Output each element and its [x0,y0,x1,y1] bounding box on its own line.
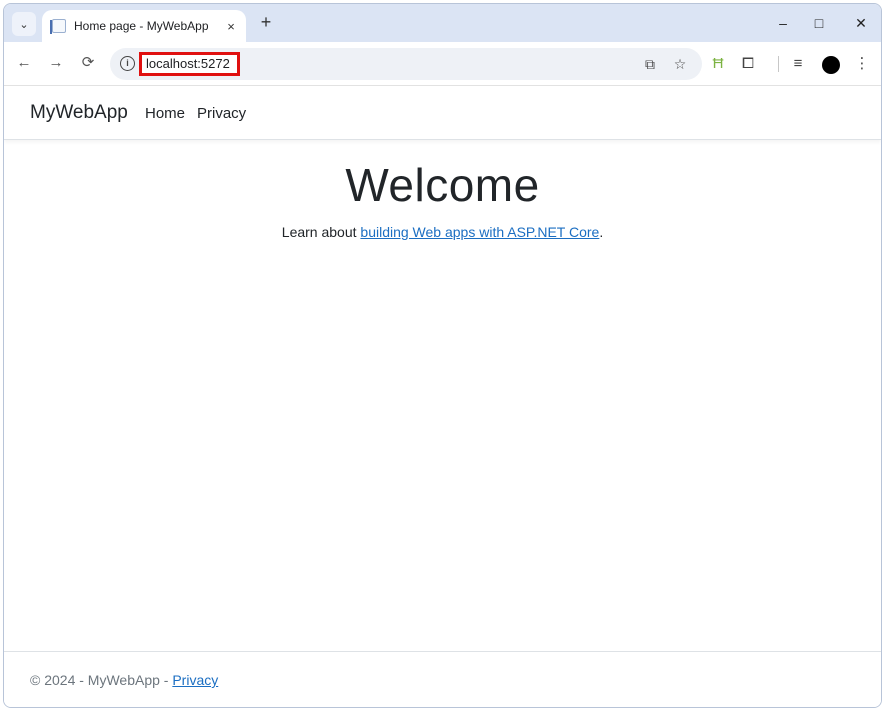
ladder-icon[interactable]: Ħ [708,54,728,74]
lead-text: Learn about building Web apps with ASP.N… [4,224,881,240]
info-icon[interactable]: i [120,56,135,71]
footer-text: © 2024 - MyWebApp - Privacy [30,672,218,688]
translate-icon[interactable]: ⧉ [641,55,659,73]
site-navbar: MyWebApp Home Privacy [4,86,881,140]
tab-strip: ⌄ Home page - MyWebApp × + – □ ✕ [4,4,881,42]
page-favicon-icon [50,19,66,34]
media-list-icon[interactable]: ≡ [788,54,808,74]
lead-prefix: Learn about [281,224,361,240]
chevron-down-icon: ⌄ [19,18,29,31]
profile-icon[interactable] [822,56,840,74]
toolbar-divider [778,56,779,72]
browser-window: ⌄ Home page - MyWebApp × + – □ ✕ ← → ⟳ i… [3,3,882,708]
footer-copyright: © 2024 - MyWebApp - [30,672,173,688]
page-content: MyWebApp Home Privacy Welcome Learn abou… [4,86,881,707]
footer-privacy-link[interactable]: Privacy [172,672,218,688]
lead-suffix: . [599,224,604,240]
nav-link-privacy[interactable]: Privacy [197,105,246,122]
close-tab-icon[interactable]: × [220,19,242,34]
reload-icon[interactable]: ⟳ [78,53,98,73]
forward-arrow-icon[interactable]: → [46,53,66,73]
new-tab-button[interactable]: + [256,13,276,33]
minimize-button[interactable]: – [768,12,798,34]
page-title: Welcome [345,159,540,211]
puzzle-icon[interactable]: ⧠ [738,54,758,74]
star-icon[interactable]: ☆ [671,55,689,73]
tab-title: Home page - MyWebApp [74,19,209,33]
back-arrow-icon[interactable]: ← [14,53,34,73]
browser-toolbar: ← → ⟳ i localhost:5272 ⧉ ☆ Ħ ⧠ ≡ ⋮ [4,42,881,86]
browser-tab[interactable]: Home page - MyWebApp × [42,10,246,42]
brand-link[interactable]: MyWebApp [30,102,128,124]
close-window-button[interactable]: ✕ [846,12,876,34]
tab-search-button[interactable]: ⌄ [12,12,36,36]
url-text[interactable]: localhost:5272 [139,52,240,76]
site-footer: © 2024 - MyWebApp - Privacy [4,651,881,707]
maximize-button[interactable]: □ [804,12,834,34]
nav-link-home[interactable]: Home [145,105,185,122]
aspnet-docs-link[interactable]: building Web apps with ASP.NET Core [360,224,599,240]
address-bar[interactable]: i localhost:5272 ⧉ ☆ [110,48,702,80]
kebab-menu-icon[interactable]: ⋮ [852,54,872,74]
